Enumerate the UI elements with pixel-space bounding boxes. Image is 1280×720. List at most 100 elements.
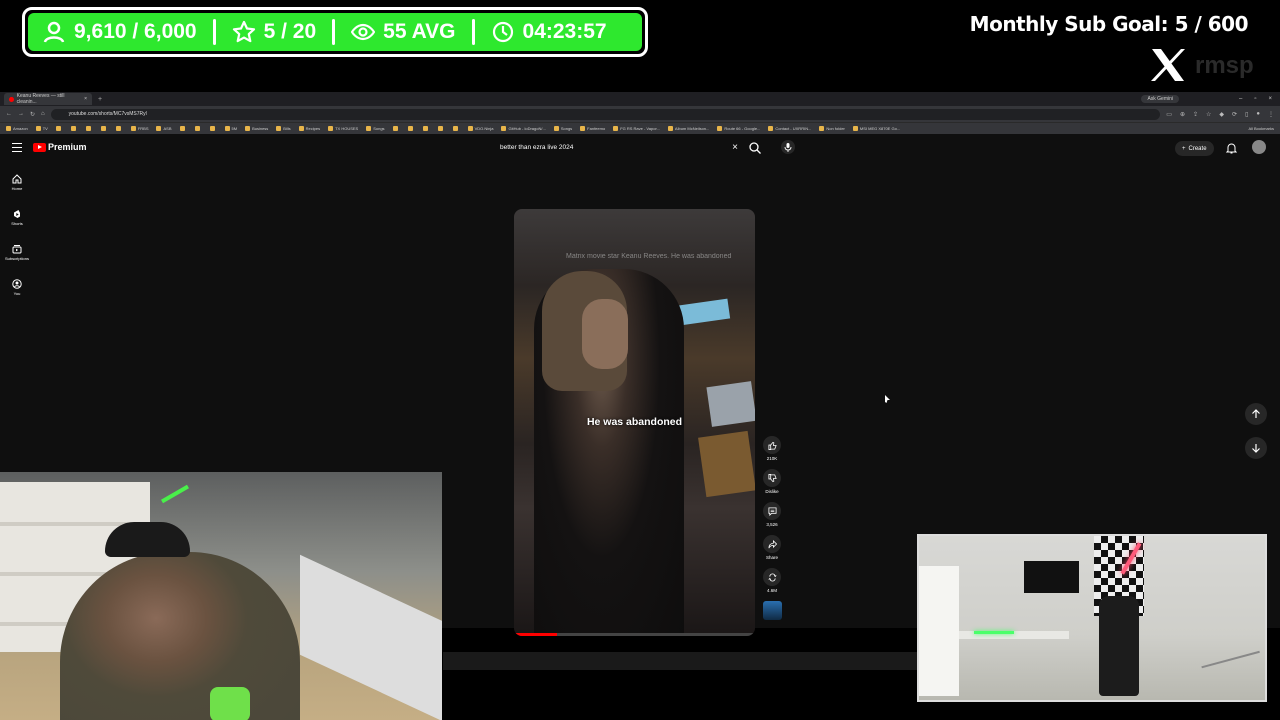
sidebar-item-home[interactable]: Home: [0, 174, 34, 209]
bookmark-item[interactable]: FRBS: [130, 126, 148, 131]
bookmark-item[interactable]: 5M: [224, 126, 237, 131]
bookmark-label: Fanfeemo: [587, 126, 606, 131]
bookmark-item[interactable]: Bills: [276, 126, 291, 131]
remix-action[interactable]: 4.6M: [763, 568, 781, 593]
room-led-strip: [974, 631, 1014, 634]
bookmark-folder-icon: [407, 126, 413, 131]
subs-value: 5 / 20: [263, 20, 317, 43]
bookmark-item[interactable]: Recipes: [298, 126, 320, 131]
bookmark-item[interactable]: Route 66 - Google...: [717, 126, 760, 131]
bookmark-item[interactable]: GitHub - loDragoN/...: [501, 126, 546, 131]
bookmark-item[interactable]: [194, 126, 202, 131]
sound-thumbnail[interactable]: [762, 601, 782, 620]
account-avatar[interactable]: [1252, 140, 1266, 154]
mic-icon[interactable]: [781, 140, 795, 154]
profile-icon[interactable]: ●: [1256, 111, 1260, 118]
bookmark-item[interactable]: MSI MEG X870E Go...: [852, 126, 900, 131]
like-action[interactable]: 210K: [763, 436, 781, 461]
share-label: Share: [765, 555, 778, 560]
bookmark-folder-icon: [298, 126, 304, 131]
bookmark-item[interactable]: VDO.Ninja: [467, 126, 493, 131]
ask-gemini-button[interactable]: Ask Gemini: [1141, 95, 1179, 103]
new-tab-button[interactable]: +: [98, 96, 102, 103]
sidepanel-icon[interactable]: ▯: [1245, 111, 1248, 118]
bookmark-item[interactable]: TV: [35, 126, 48, 131]
sidebar-item-subscriptions[interactable]: Subscriptions: [0, 244, 34, 279]
bookmark-item[interactable]: [55, 126, 63, 131]
bookmark-item[interactable]: [100, 126, 108, 131]
bookmark-item[interactable]: [85, 126, 93, 131]
hamburger-menu-icon[interactable]: [12, 143, 22, 154]
install-icon[interactable]: ▭: [1166, 111, 1172, 118]
bookmark-item[interactable]: [422, 126, 430, 131]
zoom-icon[interactable]: ⊕: [1180, 111, 1185, 118]
url-field[interactable]: youtube.com/shorts/MC7vsMS7Ryl: [50, 108, 1161, 120]
bookmark-folder-icon: [580, 126, 586, 131]
bookmark-item[interactable]: Songs: [366, 126, 385, 131]
sidebar-item-you[interactable]: You: [0, 279, 34, 314]
bookmark-folder-icon: [437, 126, 443, 131]
bookmark-item[interactable]: [115, 126, 123, 131]
bookmark-item[interactable]: ASB: [156, 126, 172, 131]
bookmark-item[interactable]: [209, 126, 217, 131]
bookmark-item[interactable]: [179, 126, 187, 131]
bookmark-item[interactable]: Business: [245, 126, 268, 131]
share-browser-icon[interactable]: ⇪: [1193, 111, 1198, 118]
search-icon[interactable]: [748, 141, 762, 155]
bookmark-item[interactable]: [407, 126, 415, 131]
video-progress-bar[interactable]: [514, 633, 755, 636]
viewers-value: 55 AVG: [383, 20, 456, 43]
shorts-video-player[interactable]: Matrix movie star Keanu Reeves. He was a…: [514, 209, 755, 636]
search-input[interactable]: better than ezra live 2024 ×: [494, 139, 770, 156]
bookmark-star-icon[interactable]: ☆: [1206, 111, 1211, 118]
bookmark-item[interactable]: [70, 126, 78, 131]
youtube-play-icon: [33, 142, 46, 152]
stream-stats-bar: 9,610 / 6,000 5 / 20 55 AVG 04:23:57: [22, 7, 648, 57]
sidebar-item-shorts[interactable]: Shorts: [0, 209, 34, 244]
clear-search-icon[interactable]: ×: [732, 142, 738, 153]
previous-short-button[interactable]: [1245, 403, 1267, 425]
close-window-icon[interactable]: ×: [1268, 96, 1272, 102]
bookmark-item[interactable]: [392, 126, 400, 131]
extension-icon[interactable]: ◆: [1219, 111, 1224, 118]
home-browser-icon[interactable]: ⌂: [41, 111, 45, 117]
bookmark-label: TV: [42, 126, 48, 131]
bookmark-item[interactable]: [452, 126, 460, 131]
eye-icon: [351, 23, 376, 41]
share-action[interactable]: Share: [763, 535, 781, 560]
bookmark-item[interactable]: [437, 126, 445, 131]
search-value: better than ezra live 2024: [500, 144, 574, 151]
reload-icon[interactable]: ↻: [30, 111, 35, 118]
bookmark-item[interactable]: Fanfeemo: [580, 126, 605, 131]
comment-action[interactable]: 3,526: [763, 502, 781, 527]
bookmark-item[interactable]: Amazon: [6, 126, 28, 131]
sync-icon[interactable]: ⟳: [1232, 111, 1237, 118]
uptime-value: 04:23:57: [522, 20, 607, 43]
bookmark-label: TX HOUSES: [335, 126, 359, 131]
bookmark-item[interactable]: TX HOUSES: [328, 126, 358, 131]
notifications-bell-icon[interactable]: [1226, 142, 1237, 154]
bookmark-label: Amazon: [13, 126, 28, 131]
all-bookmarks-button[interactable]: All Bookmarks: [1248, 126, 1274, 131]
bookmark-item[interactable]: Songs: [553, 126, 572, 131]
maximize-icon[interactable]: ▫: [1254, 96, 1256, 102]
menu-icon[interactable]: ⋮: [1268, 111, 1274, 118]
x-logo-icon: [1151, 49, 1185, 81]
bookmark-folder-icon: [156, 126, 162, 131]
dislike-action[interactable]: Dislike: [763, 469, 781, 494]
close-tab-icon[interactable]: ×: [84, 96, 87, 102]
bookmark-item[interactable]: Non folder: [819, 126, 845, 131]
forward-icon[interactable]: →: [18, 111, 24, 117]
next-short-button[interactable]: [1245, 437, 1267, 459]
bookmark-item[interactable]: Album McNeilson...: [667, 126, 709, 131]
bookmark-item[interactable]: Contact - UXRRIN...: [768, 126, 811, 131]
youtube-logo[interactable]: Premium: [33, 142, 87, 152]
back-icon[interactable]: ←: [6, 111, 12, 117]
bookmark-folder-icon: [553, 126, 559, 131]
bookmark-item[interactable]: FG RS Rave - Vapor...: [613, 126, 660, 131]
browser-tab[interactable]: Keanu Reeves — still cleanin... ×: [4, 93, 92, 105]
horizontal-scrollbar[interactable]: [443, 652, 918, 670]
minimize-icon[interactable]: –: [1239, 96, 1242, 102]
webcam-green-light: [161, 484, 189, 504]
create-button[interactable]: + Create: [1175, 141, 1214, 156]
